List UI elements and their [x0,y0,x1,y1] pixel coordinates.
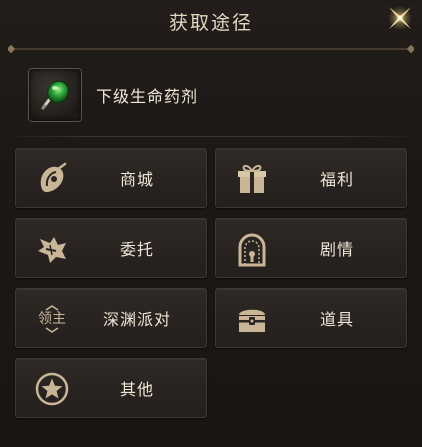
source-button-other[interactable]: 其他 [15,358,207,418]
source-label-abyss-party: 深渊派对 [102,310,171,329]
acquisition-panel: 获取途径 下级生命药剂 商城 福利 委托 剧情 领主 深渊派对 道具 其他 [0,0,422,447]
title-divider [8,44,414,54]
chevron-down-icon [45,327,59,333]
source-button-welfare[interactable]: 福利 [215,148,407,208]
story-gate-icon [238,233,266,267]
star-icon [35,372,69,406]
section-divider [0,136,422,137]
boss-lord-icon-text: 领主 [38,311,66,327]
source-button-story[interactable]: 剧情 [215,218,407,278]
source-button-items[interactable]: 道具 [215,288,407,348]
treasure-chest-icon [239,309,265,332]
commission-icon [38,237,66,263]
source-label-commission: 委托 [119,240,154,259]
green-potion-icon [41,80,69,110]
source-label-shop: 商城 [119,170,154,189]
panel-title: 获取途径 [168,11,253,34]
gift-icon [238,164,266,193]
item-icon-frame[interactable] [28,68,82,122]
item-row: 下级生命药剂 [28,66,198,124]
shop-icon [40,162,67,193]
source-button-commission[interactable]: 委托 [15,218,207,278]
source-label-story: 剧情 [319,240,354,259]
close-x-icon [388,6,412,30]
source-label-items: 道具 [319,310,354,329]
close-button[interactable] [384,2,416,34]
source-label-other: 其他 [119,380,154,399]
boss-lord-icon: 领主 [32,299,72,339]
source-label-welfare: 福利 [319,170,354,189]
title-bar: 获取途径 [0,0,422,42]
source-button-abyss-party[interactable]: 领主 深渊派对 [15,288,207,348]
item-name: 下级生命药剂 [96,87,199,106]
source-button-shop[interactable]: 商城 [15,148,207,208]
